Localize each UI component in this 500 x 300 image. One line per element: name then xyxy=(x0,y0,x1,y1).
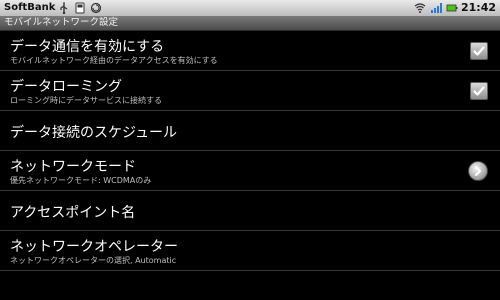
setting-summary: 優先ネットワークモード: WCDMAのみ xyxy=(10,176,152,185)
battery-icon xyxy=(446,2,458,14)
setting-summary: モバイルネットワーク経由のデータアクセスを有効にする xyxy=(10,56,218,65)
screen: SoftBank 21:42 モバイルネットワーク設定 データ通信を有効にする … xyxy=(0,0,500,300)
data-roaming-checkbox[interactable] xyxy=(470,82,488,100)
setting-title: データ通信を有効にする xyxy=(10,39,165,55)
carrier-label: SoftBank xyxy=(4,2,56,13)
setting-summary: ネットワークオペレーターの選択, Automatic xyxy=(10,256,177,265)
setting-network-mode[interactable]: ネットワークモード 優先ネットワークモード: WCDMAのみ xyxy=(0,151,500,191)
check-icon xyxy=(473,86,485,96)
signal-icon xyxy=(430,2,442,14)
setting-title: ネットワークオペレーター xyxy=(10,239,178,255)
setting-title: ネットワークモード xyxy=(10,159,136,175)
check-icon xyxy=(473,46,485,56)
setting-data-roaming[interactable]: データローミング ローミング時にデータサービスに接続する xyxy=(0,71,500,111)
chevron-right-icon xyxy=(475,166,481,176)
wifi-icon xyxy=(414,2,426,14)
setting-title: データローミング xyxy=(10,79,122,95)
page-title: モバイルネットワーク設定 xyxy=(4,17,119,28)
usb-icon xyxy=(58,2,70,14)
setting-enable-data[interactable]: データ通信を有効にする モバイルネットワーク経由のデータアクセスを有効にする xyxy=(0,31,500,71)
sync-icon xyxy=(90,2,102,14)
setting-summary: ローミング時にデータサービスに接続する xyxy=(10,96,162,105)
sd-card-icon xyxy=(74,2,86,14)
status-bar: SoftBank 21:42 xyxy=(0,0,500,16)
enable-data-checkbox[interactable] xyxy=(470,42,488,60)
setting-access-point-names[interactable]: アクセスポイント名 xyxy=(0,191,500,231)
setting-network-operator[interactable]: ネットワークオペレーター ネットワークオペレーターの選択, Automatic xyxy=(0,231,500,271)
network-mode-button[interactable] xyxy=(468,161,488,181)
setting-title: データ接続のスケジュール xyxy=(10,125,178,141)
system-status-icons xyxy=(414,2,458,14)
clock: 21:42 xyxy=(460,1,496,14)
setting-data-schedule[interactable]: データ接続のスケジュール xyxy=(0,111,500,151)
setting-title: アクセスポイント名 xyxy=(10,205,136,221)
settings-list: データ通信を有効にする モバイルネットワーク経由のデータアクセスを有効にする デ… xyxy=(0,31,500,271)
notification-icons[interactable] xyxy=(58,2,102,14)
title-bar: モバイルネットワーク設定 xyxy=(0,16,500,31)
